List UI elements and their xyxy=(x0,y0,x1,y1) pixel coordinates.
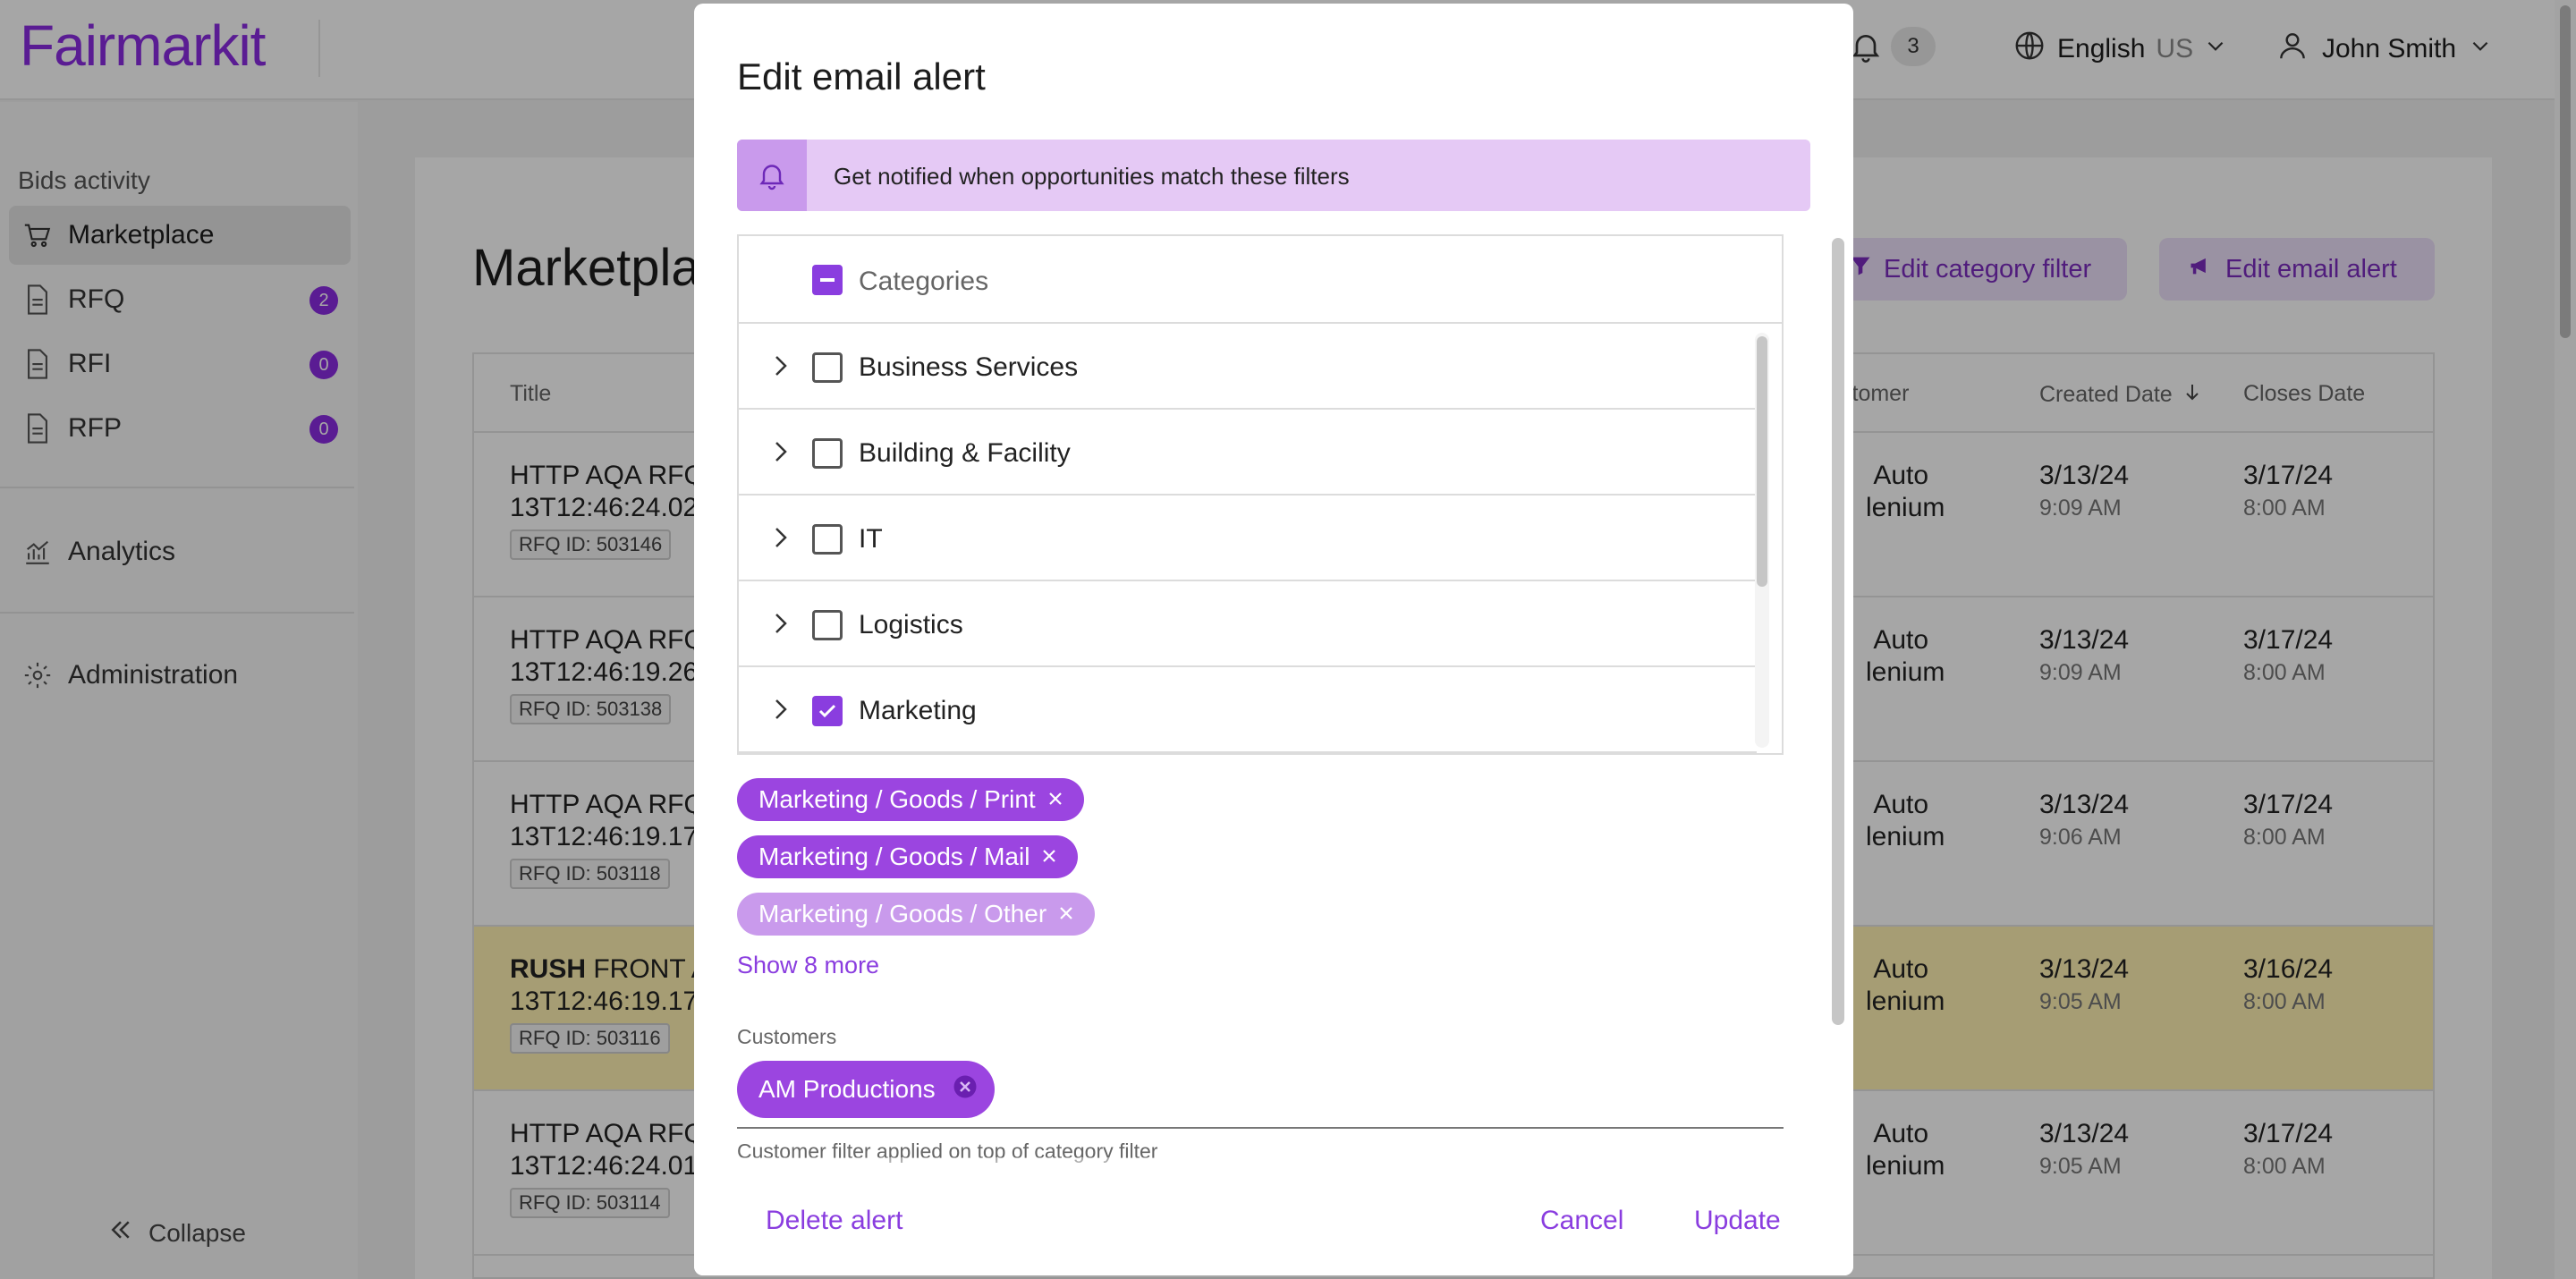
category-chip: Marketing / Goods / Print xyxy=(737,778,1084,821)
edit-email-alert-modal: Edit email alert Get notified when oppor… xyxy=(694,4,1853,1275)
close-icon[interactable] xyxy=(1046,785,1064,814)
category-checkbox[interactable] xyxy=(812,352,843,383)
chip-label: Marketing / Goods / Mail xyxy=(758,843,1030,870)
chevron-right-icon[interactable] xyxy=(767,522,794,557)
categories-tree: Categories Business Services Building & F… xyxy=(737,234,1784,755)
modal-title: Edit email alert xyxy=(737,55,986,97)
category-row[interactable]: IT xyxy=(739,496,1757,581)
close-icon[interactable] xyxy=(1040,843,1058,871)
update-button[interactable]: Update xyxy=(1694,1206,1781,1236)
remove-circle-icon[interactable] xyxy=(952,1073,979,1106)
categories-scrollbar[interactable] xyxy=(1755,333,1769,748)
chip-label: Marketing / Goods / Other xyxy=(758,900,1047,927)
delete-alert-button[interactable]: Delete alert xyxy=(766,1206,902,1236)
category-label: Logistics xyxy=(859,610,963,640)
category-chip: Marketing / Goods / Mail xyxy=(737,835,1079,878)
bell-icon xyxy=(737,140,807,211)
category-row[interactable]: Building & Facility xyxy=(739,410,1757,496)
categories-header[interactable]: Categories xyxy=(739,236,1782,324)
categories-scrollbar-thumb[interactable] xyxy=(1757,336,1767,587)
select-all-checkbox[interactable] xyxy=(812,265,843,295)
customers-input-underline xyxy=(737,1127,1784,1129)
close-icon[interactable] xyxy=(1057,900,1075,928)
category-row[interactable]: Logistics xyxy=(739,581,1757,667)
customers-label: Customers xyxy=(737,1025,837,1048)
category-row[interactable]: Business Services xyxy=(739,324,1757,410)
category-label: Marketing xyxy=(859,696,977,725)
modal-scrollbar-thumb[interactable] xyxy=(1832,238,1844,1025)
customer-chip: AM Productions xyxy=(737,1061,995,1118)
modal-footer: Delete alert Cancel Update xyxy=(694,1186,1853,1275)
modal-scrollbar[interactable] xyxy=(1832,238,1844,1025)
info-banner: Get notified when opportunities match th… xyxy=(737,140,1810,211)
chevron-right-icon[interactable] xyxy=(767,608,794,643)
show-more-link[interactable]: Show 8 more xyxy=(737,952,879,979)
category-label: IT xyxy=(859,524,883,554)
category-label: Building & Facility xyxy=(859,438,1071,468)
category-checkbox[interactable] xyxy=(812,524,843,555)
chevron-right-icon[interactable] xyxy=(767,694,794,729)
banner-text: Get notified when opportunities match th… xyxy=(834,163,1350,190)
category-checkbox[interactable] xyxy=(812,696,843,726)
category-label: Business Services xyxy=(859,352,1079,382)
category-checkbox[interactable] xyxy=(812,438,843,469)
category-checkbox[interactable] xyxy=(812,610,843,640)
category-chip: Marketing / Goods / Other xyxy=(737,893,1096,936)
chip-label: Marketing / Goods / Print xyxy=(758,785,1036,813)
chevron-right-icon[interactable] xyxy=(767,436,794,471)
categories-header-label: Categories xyxy=(859,267,989,296)
chip-label: AM Productions xyxy=(758,1075,936,1103)
cancel-button[interactable]: Cancel xyxy=(1540,1206,1623,1236)
chevron-right-icon[interactable] xyxy=(767,351,794,385)
category-row[interactable]: Marketing xyxy=(739,667,1757,753)
